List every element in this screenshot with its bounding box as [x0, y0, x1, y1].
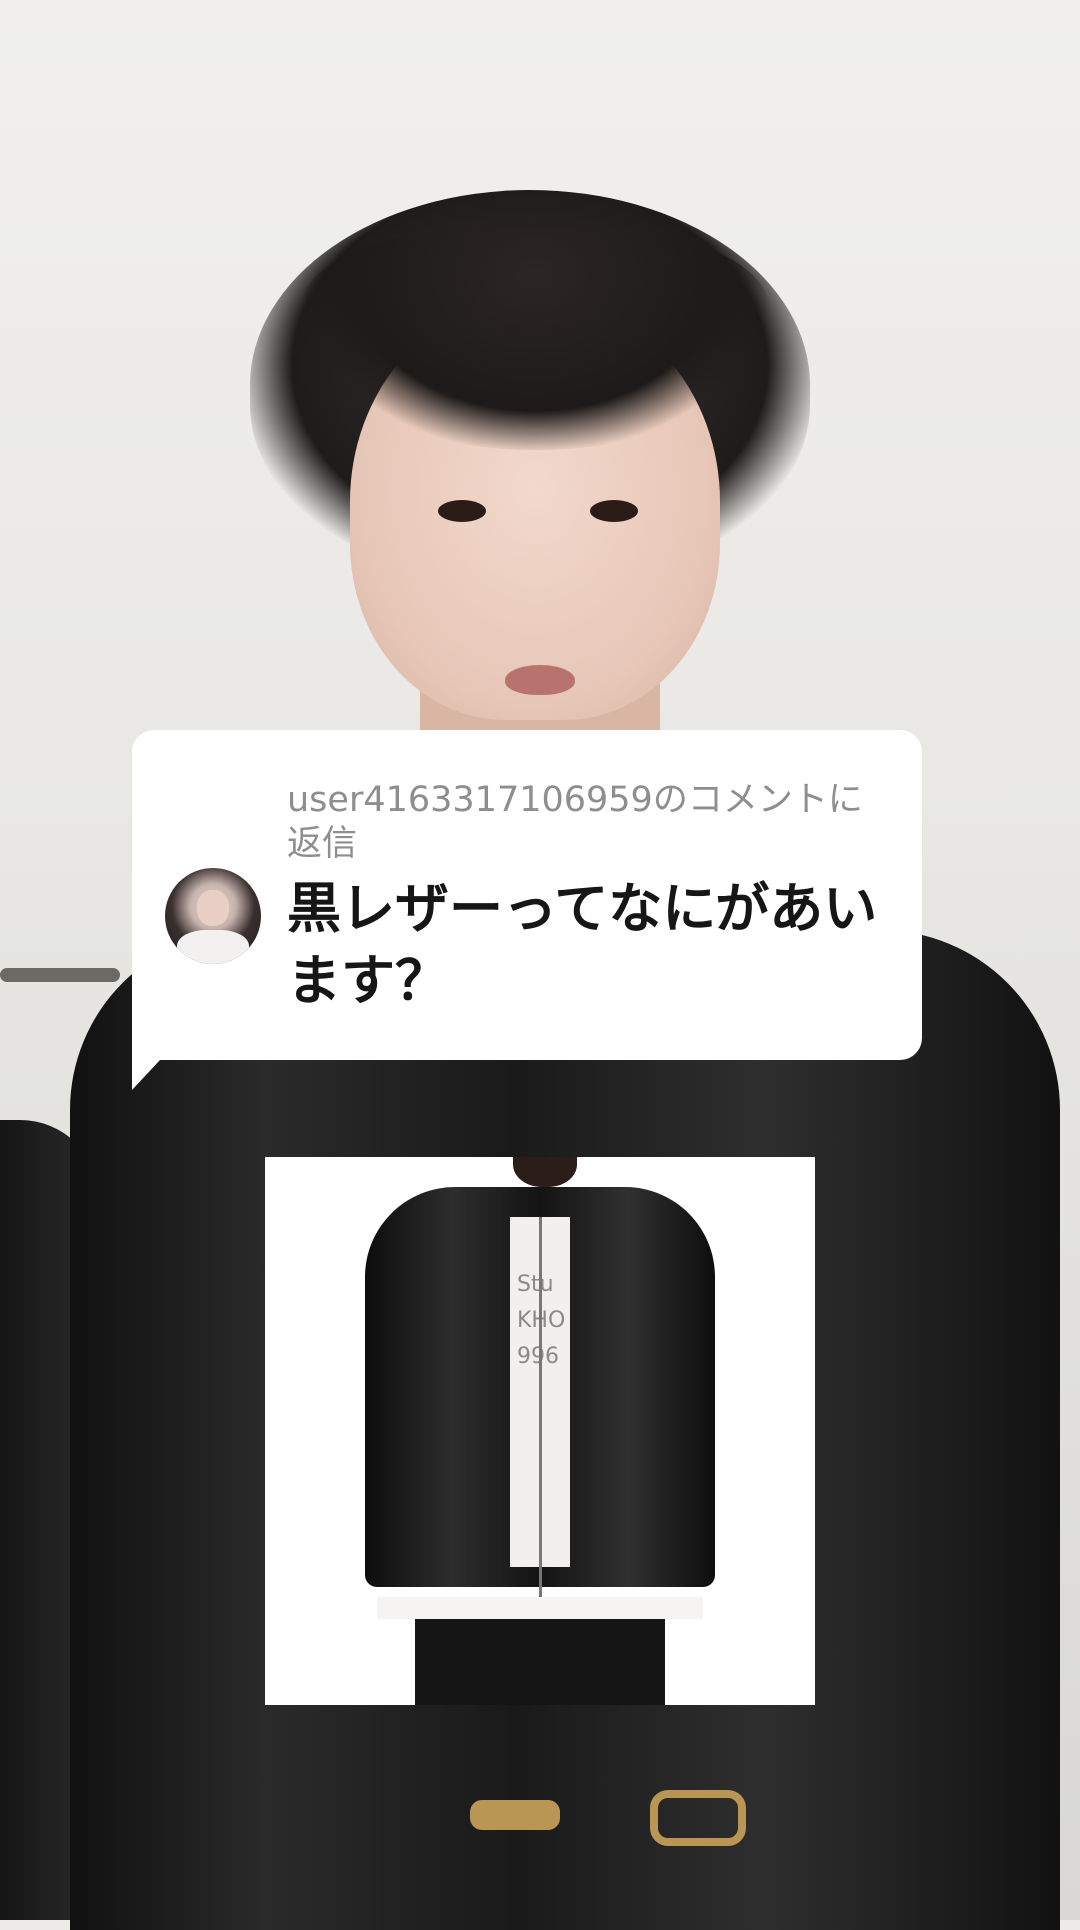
fringe	[300, 230, 770, 450]
reply-header: user4163317106959のコメントに返信	[287, 780, 863, 864]
mouth	[505, 665, 575, 695]
product-pants	[415, 1619, 665, 1705]
product-photo: Stu KHO 996	[265, 1157, 815, 1705]
right-eye	[590, 500, 638, 522]
model-head	[513, 1157, 577, 1187]
avatar-face	[197, 890, 229, 926]
commenter-avatar[interactable]	[165, 868, 261, 964]
jacket-buckle-ring	[650, 1790, 746, 1846]
tee-hem	[377, 1597, 703, 1619]
reply-comment-text: 黒レザーってなにがあいます？	[287, 877, 878, 1012]
jacket-buckle	[470, 1800, 560, 1830]
clothing-rail	[0, 968, 120, 982]
left-eye	[438, 500, 486, 522]
avatar-body	[177, 930, 249, 964]
jacket-zipper	[539, 1217, 542, 1597]
comment-bubble-tail	[132, 1030, 188, 1090]
